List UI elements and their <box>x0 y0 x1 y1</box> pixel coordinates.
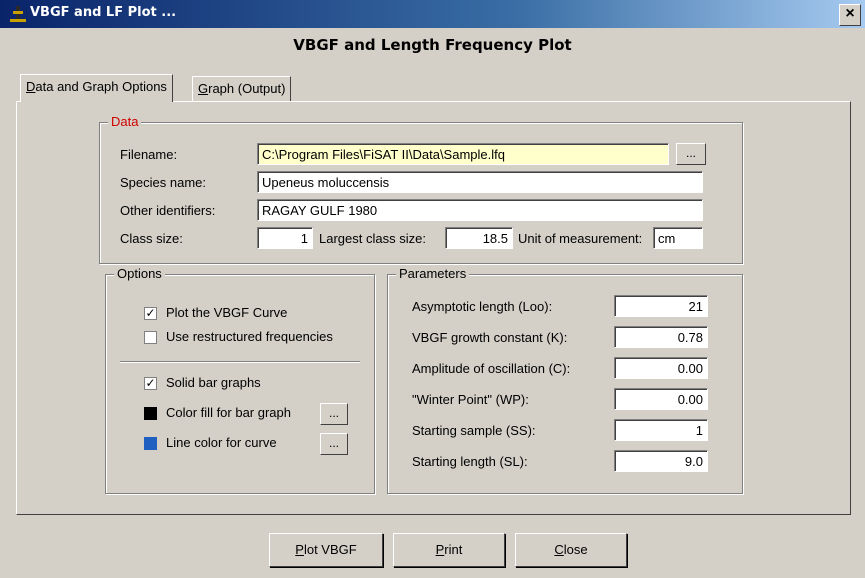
param-field-wp[interactable]: 0.00 <box>614 388 708 410</box>
param-field-k[interactable]: 0.78 <box>614 326 708 348</box>
species-label: Species name: <box>120 175 206 190</box>
close-window-button[interactable]: × <box>839 4 861 26</box>
fill-color-button[interactable]: ... <box>320 403 348 425</box>
data-group: Data Filename: C:\Program Files\FiSAT II… <box>99 114 743 264</box>
largest-class-size-field[interactable]: 18.5 <box>445 227 513 249</box>
param-label-k: VBGF growth constant (K): <box>412 330 568 345</box>
param-label-c: Amplitude of oscillation (C): <box>412 361 571 376</box>
print-button[interactable]: Print <box>393 533 505 567</box>
largest-class-size-label: Largest class size: <box>319 231 426 246</box>
browse-file-button[interactable]: ... <box>676 143 706 165</box>
fill-color-label: Color fill for bar graph <box>166 405 291 420</box>
filename-field[interactable]: C:\Program Files\FiSAT II\Data\Sample.lf… <box>257 143 669 165</box>
param-label-wp: "Winter Point" (WP): <box>412 392 529 407</box>
plot-vbgf-label: Plot the VBGF Curve <box>166 305 288 320</box>
class-size-field[interactable]: 1 <box>257 227 313 249</box>
param-label-ss: Starting sample (SS): <box>412 423 536 438</box>
tab-panel: Data Filename: C:\Program Files\FiSAT II… <box>16 101 851 515</box>
tab-data-and-graph-options[interactable]: Data and Graph Options <box>20 74 173 102</box>
unit-field[interactable]: cm <box>653 227 703 249</box>
data-group-title: Data <box>108 114 142 129</box>
line-color-button[interactable]: ... <box>320 433 348 455</box>
solid-bar-checkbox[interactable]: ✓ <box>144 377 157 390</box>
param-field-loo[interactable]: 21 <box>614 295 708 317</box>
line-color-swatch <box>144 437 157 450</box>
identifiers-field[interactable]: RAGAY GULF 1980 <box>257 199 703 221</box>
close-button[interactable]: Close <box>515 533 627 567</box>
filename-label: Filename: <box>120 147 178 162</box>
plot-vbgf-checkbox[interactable]: ✓ <box>144 307 157 320</box>
options-divider <box>120 361 360 363</box>
dialog-heading: VBGF and Length Frequency Plot <box>293 36 572 54</box>
param-field-sl[interactable]: 9.0 <box>614 450 708 472</box>
param-label-loo: Asymptotic length (Loo): <box>412 299 553 314</box>
identifiers-label: Other identifiers: <box>120 203 216 218</box>
solid-bar-label: Solid bar graphs <box>166 375 261 390</box>
fill-color-swatch <box>144 407 157 420</box>
restructured-frequencies-checkbox[interactable] <box>144 331 157 344</box>
checkmark-icon: ✓ <box>145 376 156 390</box>
checkmark-icon: ✓ <box>145 306 156 320</box>
plot-vbgf-button[interactable]: Plot VBGF <box>269 533 383 567</box>
tab-graph-output[interactable]: Graph (Output) <box>192 76 292 101</box>
window-title: VBGF and LF Plot ... <box>30 5 177 20</box>
param-label-sl: Starting length (SL): <box>412 454 528 469</box>
fish-app-icon <box>10 6 26 22</box>
param-field-c[interactable]: 0.00 <box>614 357 708 379</box>
parameters-group-title: Parameters <box>396 266 470 281</box>
options-group: Options ✓ Plot the VBGF Curve Use restru… <box>105 266 375 494</box>
species-field[interactable]: Upeneus moluccensis <box>257 171 703 193</box>
restructured-frequencies-label: Use restructured frequencies <box>166 329 333 344</box>
line-color-label: Line color for curve <box>166 435 277 450</box>
options-group-title: Options <box>114 266 165 281</box>
unit-label: Unit of measurement: <box>518 231 643 246</box>
parameters-group: Parameters Asymptotic length (Loo): 21 V… <box>387 266 743 494</box>
param-field-ss[interactable]: 1 <box>614 419 708 441</box>
class-size-label: Class size: <box>120 231 183 246</box>
title-bar: VBGF and LF Plot ... × <box>0 0 865 28</box>
